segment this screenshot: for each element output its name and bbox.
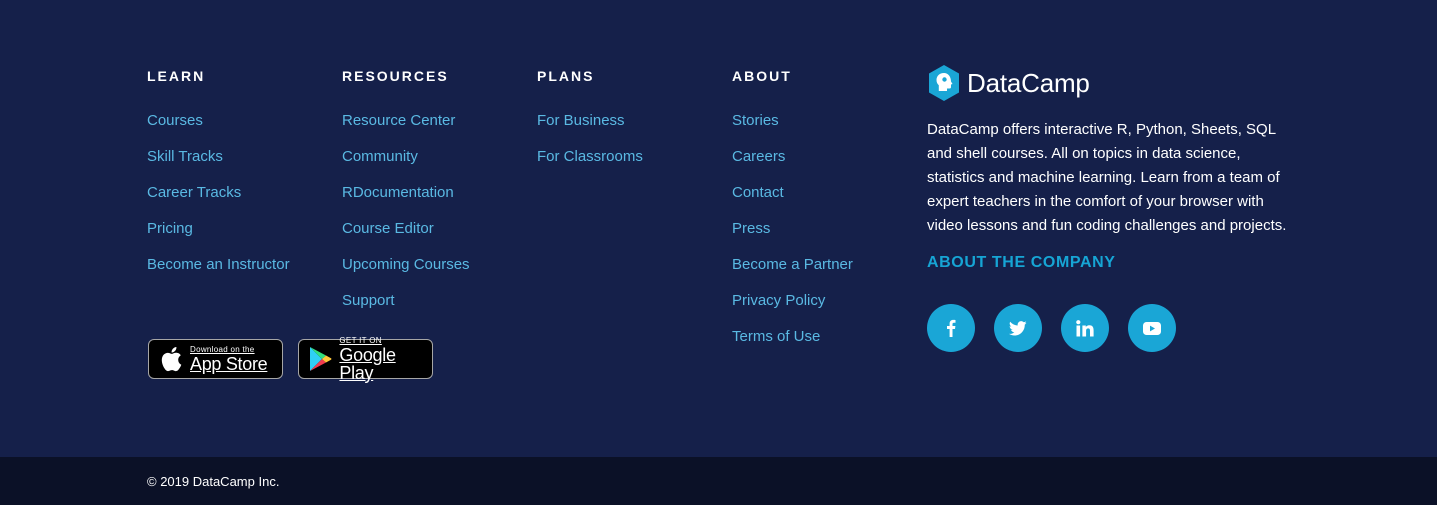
list-item: Course Editor — [342, 219, 470, 255]
list-item: Community — [342, 147, 470, 183]
career-tracks-link[interactable]: Career Tracks — [147, 184, 241, 201]
list-item: Career Tracks — [147, 183, 290, 219]
datacamp-logo-icon — [927, 64, 961, 102]
support-link[interactable]: Support — [342, 292, 395, 309]
plans-heading: PLANS — [537, 68, 595, 84]
plans-column: PLANS For Business For Classrooms — [537, 66, 643, 183]
list-item: Resource Center — [342, 111, 470, 147]
brand-name: DataCamp — [967, 67, 1090, 98]
list-item: Upcoming Courses — [342, 255, 470, 291]
bottom-bar: © 2019 DataCamp Inc. — [0, 457, 1437, 505]
skill-tracks-link[interactable]: Skill Tracks — [147, 148, 223, 165]
terms-of-use-link[interactable]: Terms of Use — [732, 328, 820, 345]
list-item: Skill Tracks — [147, 147, 290, 183]
app-badges: Download on the App Store GET IT ON Goog… — [148, 335, 433, 383]
list-item: For Business — [537, 111, 643, 147]
brand-section: DataCamp DataCamp offers interactive R, … — [927, 64, 1307, 352]
about-heading: ABOUT — [732, 68, 792, 84]
google-play-caption: GET IT ON — [339, 335, 382, 345]
learn-links: Courses Skill Tracks Career Tracks Prici… — [147, 111, 290, 291]
list-item: Support — [342, 291, 470, 327]
list-item: Become a Partner — [732, 255, 853, 291]
pricing-link[interactable]: Pricing — [147, 220, 193, 237]
twitter-icon[interactable] — [994, 304, 1042, 352]
list-item: Terms of Use — [732, 327, 853, 363]
resources-links: Resource Center Community RDocumentation… — [342, 111, 470, 327]
list-item: Stories — [732, 111, 853, 147]
become-instructor-link[interactable]: Become an Instructor — [147, 256, 290, 273]
google-play-icon — [308, 345, 333, 373]
resource-center-link[interactable]: Resource Center — [342, 112, 455, 129]
google-play-title: Google Play — [339, 344, 396, 383]
apple-icon — [158, 345, 184, 373]
social-links — [927, 304, 1307, 352]
resources-column: RESOURCES Resource Center Community RDoc… — [342, 66, 470, 327]
about-column: ABOUT Stories Careers Contact Press Beco… — [732, 66, 853, 363]
linkedin-icon[interactable] — [1061, 304, 1109, 352]
community-link[interactable]: Community — [342, 148, 418, 165]
youtube-icon[interactable] — [1128, 304, 1176, 352]
about-company-link[interactable]: ABOUT THE COMPANY — [927, 254, 1307, 272]
resources-heading: RESOURCES — [342, 68, 449, 84]
list-item: Careers — [732, 147, 853, 183]
learn-heading: LEARN — [147, 68, 206, 84]
for-classrooms-link[interactable]: For Classrooms — [537, 148, 643, 165]
brand-description: DataCamp offers interactive R, Python, S… — [927, 121, 1287, 234]
app-store-title: App Store — [190, 353, 268, 374]
become-partner-link[interactable]: Become a Partner — [732, 256, 853, 273]
datacamp-logo[interactable]: DataCamp — [927, 64, 1307, 102]
app-store-caption: Download on the — [190, 344, 255, 354]
careers-link[interactable]: Careers — [732, 148, 785, 165]
contact-link[interactable]: Contact — [732, 184, 784, 201]
list-item: Become an Instructor — [147, 255, 290, 291]
list-item: Contact — [732, 183, 853, 219]
footer-main: LEARN Courses Skill Tracks Career Tracks… — [0, 0, 1437, 457]
rdocumentation-link[interactable]: RDocumentation — [342, 184, 454, 201]
list-item: For Classrooms — [537, 147, 643, 183]
list-item: RDocumentation — [342, 183, 470, 219]
facebook-icon[interactable] — [927, 304, 975, 352]
courses-link[interactable]: Courses — [147, 112, 203, 129]
stories-link[interactable]: Stories — [732, 112, 779, 129]
course-editor-link[interactable]: Course Editor — [342, 220, 434, 237]
press-link[interactable]: Press — [732, 220, 770, 237]
list-item: Press — [732, 219, 853, 255]
copyright-text: © 2019 DataCamp Inc. — [147, 474, 280, 489]
privacy-policy-link[interactable]: Privacy Policy — [732, 292, 825, 309]
list-item: Pricing — [147, 219, 290, 255]
list-item: Privacy Policy — [732, 291, 853, 327]
for-business-link[interactable]: For Business — [537, 112, 625, 129]
google-play-badge[interactable]: GET IT ON Google Play — [298, 335, 433, 383]
app-store-badge[interactable]: Download on the App Store — [148, 339, 283, 379]
upcoming-courses-link[interactable]: Upcoming Courses — [342, 256, 470, 273]
list-item: Courses — [147, 111, 290, 147]
about-links: Stories Careers Contact Press Become a P… — [732, 111, 853, 363]
plans-links: For Business For Classrooms — [537, 111, 643, 183]
learn-column: LEARN Courses Skill Tracks Career Tracks… — [147, 66, 290, 291]
